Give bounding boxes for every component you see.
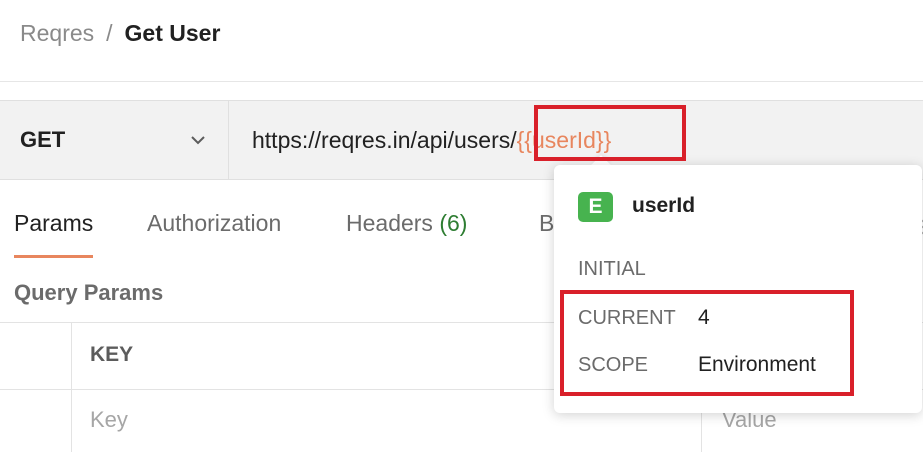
tab-headers-label: Headers (346, 210, 433, 236)
column-header-key: KEY (90, 343, 134, 366)
current-label: CURRENT (578, 307, 676, 329)
method-label: GET (20, 127, 66, 152)
tab-body[interactable]: B (539, 210, 554, 260)
breadcrumb-separator: / (106, 19, 113, 46)
url-input[interactable]: https://reqres.in/api/users/{{userId}} (252, 123, 611, 157)
tab-headers-count: (6) (439, 210, 468, 236)
scope-label: SCOPE (578, 354, 649, 376)
key-input[interactable]: Key (90, 407, 128, 433)
url-variable[interactable]: {{userId}} (517, 127, 612, 154)
variable-popover: E userId INITIAL CURRENT 4 SCOPE Environ… (554, 165, 922, 413)
url-text: https://reqres.in/api/users/ (252, 126, 517, 153)
tab-params[interactable]: Params (14, 210, 94, 260)
column-divider (71, 322, 72, 452)
tab-body-label: B (539, 210, 555, 236)
method-select[interactable]: GET (0, 101, 229, 179)
environment-badge: E (578, 192, 613, 222)
tab-authorization[interactable]: Authorization (147, 210, 281, 260)
request-title[interactable]: Get User (125, 20, 221, 47)
tab-authorization-label: Authorization (147, 210, 282, 236)
query-params-title: Query Params (14, 280, 164, 305)
chevron-down-icon (191, 136, 205, 145)
breadcrumb-collection[interactable]: Reqres (20, 20, 94, 47)
header-divider (0, 81, 923, 82)
tab-params-label: Params (14, 210, 94, 236)
tab-headers[interactable]: Headers (6) (346, 210, 467, 260)
scope-value: Environment (698, 353, 816, 376)
initial-label: INITIAL (578, 258, 646, 280)
breadcrumb: Reqres / Get User (20, 18, 220, 48)
current-value[interactable]: 4 (698, 306, 710, 330)
variable-name: userId (632, 194, 696, 217)
